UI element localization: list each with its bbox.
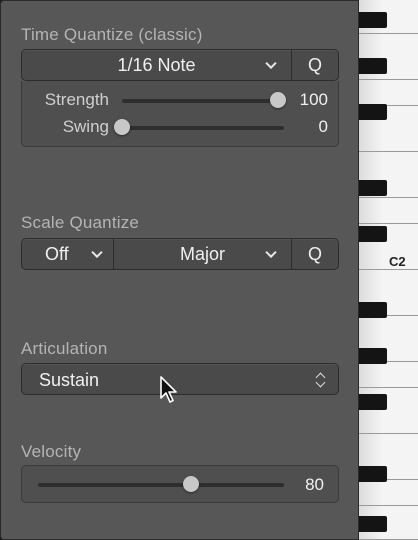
time-quantize-popup[interactable]: 1/16 Note [22,50,292,80]
scale-type-value: Major [179,243,225,264]
piano-keyboard[interactable]: C2 [359,0,418,540]
q-button-label: Q [307,243,322,264]
strength-value: 100 [299,90,328,109]
piano-black-key[interactable] [359,302,387,318]
scale-quantize-title: Scale Quantize [21,213,140,232]
piano-white-key[interactable] [359,362,418,388]
velocity-slider[interactable] [38,483,284,487]
swing-label: Swing [62,117,109,136]
octave-label-c2: C2 [389,254,406,269]
q-button-label: Q [307,54,322,75]
scale-quantize-bar: Off Major Q [21,238,339,270]
strength-slider[interactable] [122,99,278,103]
time-quantize-sliders: Strength 100 Swing 0 [21,81,339,147]
piano-white-key[interactable] [359,80,418,106]
up-down-arrows-icon [314,370,328,390]
mouse-pointer-icon [160,376,177,403]
scale-quantize-q-button[interactable]: Q [292,239,338,269]
piano-black-key[interactable] [359,226,387,242]
piano-black-key[interactable] [359,516,387,532]
articulation-value: Sustain [39,370,100,390]
scale-root-value: Off [45,243,69,264]
piano-black-key[interactable] [359,466,387,482]
piano-black-key[interactable] [359,58,387,74]
piano-black-key[interactable] [359,104,387,120]
chevron-down-icon [91,246,103,259]
scale-type-popup[interactable]: Major [114,239,292,269]
time-quantize-q-button[interactable]: Q [292,50,338,80]
inspector-panel: Time Quantize (classic) 1/16 Note Q Stre… [0,0,359,540]
velocity-slider-box: 80 [21,465,339,503]
velocity-title: Velocity [21,442,82,461]
time-quantize-title: Time Quantize (classic) [21,25,203,44]
velocity-value: 80 [305,475,324,494]
piano-white-key[interactable] [359,198,418,224]
time-quantize-bar: 1/16 Note Q [21,49,339,81]
strength-label: Strength [44,90,109,109]
piano-black-key[interactable] [359,12,387,28]
swing-slider[interactable] [122,126,284,130]
piano-black-key[interactable] [359,348,387,364]
velocity-slider-knob[interactable] [182,476,199,492]
strength-slider-knob[interactable] [270,92,286,108]
piano-white-key[interactable] [359,480,418,506]
scale-root-popup[interactable]: Off [22,239,114,269]
piano-black-key[interactable] [359,180,387,196]
articulation-title: Articulation [21,339,108,358]
piano-black-key[interactable] [359,394,387,410]
swing-value: 0 [318,117,328,136]
chevron-down-icon [265,57,277,70]
time-quantize-value: 1/16 Note [117,54,196,75]
chevron-down-icon [265,246,277,259]
swing-slider-knob[interactable] [114,119,130,135]
